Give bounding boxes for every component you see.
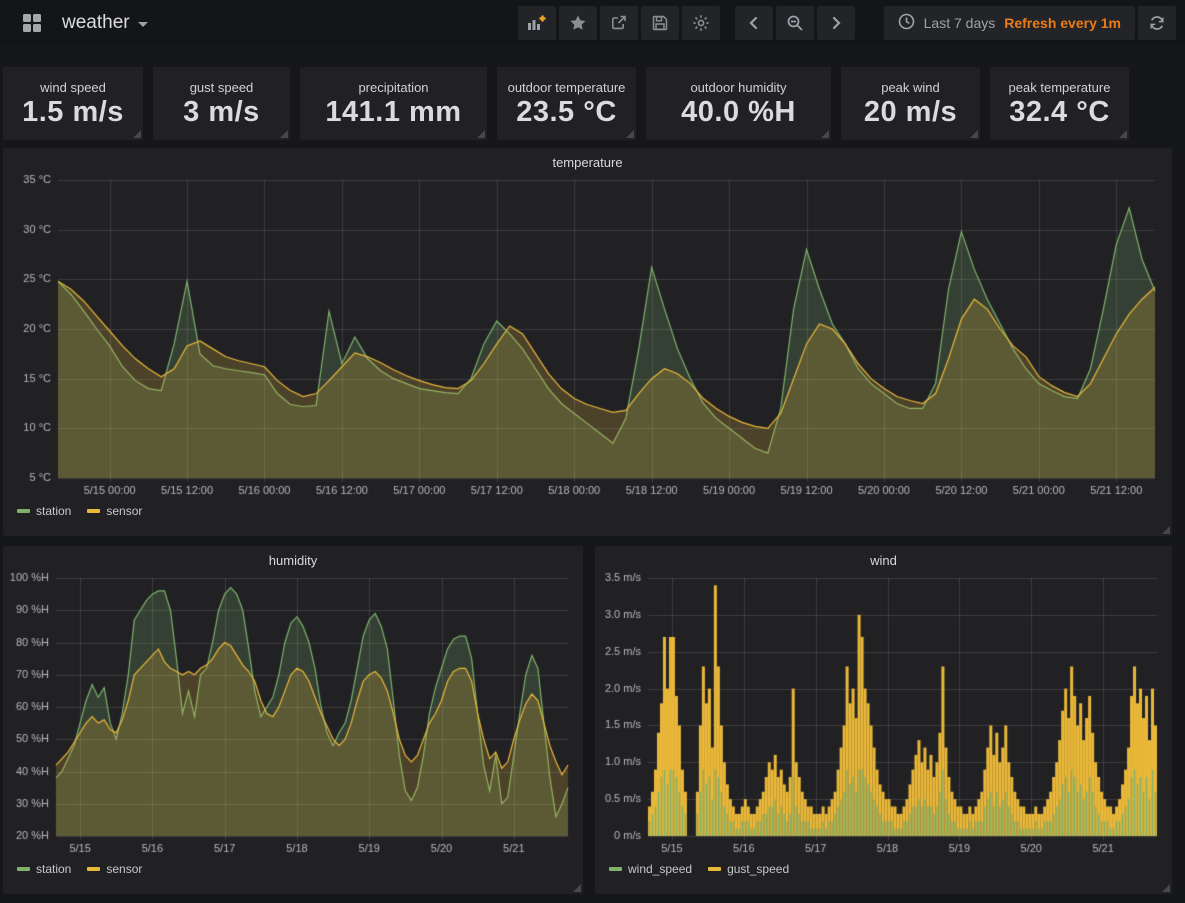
wind-chart[interactable]	[602, 570, 1165, 858]
stat-row: wind speed 1.5 m/s gust speed 3 m/s prec…	[3, 67, 1185, 140]
add-panel-button[interactable]	[518, 6, 556, 40]
stat-panel-outdoor-temperature: outdoor temperature 23.5 °C	[497, 67, 636, 140]
panel-resize-handle[interactable]	[821, 130, 829, 138]
stat-value: 141.1 mm	[325, 97, 461, 127]
legend: wind_speed gust_speed	[595, 858, 1172, 876]
legend: station sensor	[3, 858, 583, 876]
settings-button[interactable]	[682, 6, 720, 40]
legend-swatch	[87, 867, 100, 871]
stat-title[interactable]: peak temperature	[1009, 80, 1111, 95]
legend-label: station	[36, 862, 71, 876]
legend-item-wind_speed[interactable]: wind_speed	[609, 862, 692, 876]
zoom-out-button[interactable]	[776, 6, 814, 40]
legend-item-sensor[interactable]: sensor	[87, 862, 142, 876]
star-icon	[569, 14, 587, 32]
save-button[interactable]	[641, 6, 679, 40]
stat-panel-peak-temperature: peak temperature 32.4 °C	[990, 67, 1129, 140]
panel-humidity: humidity station sensor	[3, 546, 583, 894]
stat-title[interactable]: gust speed	[190, 80, 254, 95]
dashboard-title: weather	[62, 12, 130, 34]
stat-panel-outdoor-humidity: outdoor humidity 40.0 %H	[646, 67, 831, 140]
panel-resize-handle[interactable]	[280, 130, 288, 138]
panel-resize-handle[interactable]	[970, 130, 978, 138]
stat-panel-wind-speed: wind speed 1.5 m/s	[3, 67, 143, 140]
legend-label: wind_speed	[628, 862, 692, 876]
dashboard-content: wind speed 1.5 m/s gust speed 3 m/s prec…	[0, 67, 1185, 894]
chevron-left-icon	[746, 15, 762, 31]
legend-label: station	[36, 504, 71, 518]
settings-gear-icon	[692, 14, 710, 32]
panel-resize-handle[interactable]	[626, 130, 634, 138]
panel-resize-handle[interactable]	[1119, 130, 1127, 138]
legend-swatch	[708, 867, 721, 871]
panel-resize-handle[interactable]	[133, 130, 141, 138]
refresh-button[interactable]	[1138, 6, 1176, 40]
stat-value: 32.4 °C	[1009, 97, 1110, 127]
chevron-right-icon	[828, 15, 844, 31]
stat-value: 3 m/s	[183, 97, 260, 127]
navbar-actions: Last 7 days Refresh every 1m	[515, 6, 1176, 40]
stat-title[interactable]: outdoor temperature	[508, 80, 626, 95]
save-icon	[651, 14, 669, 32]
stat-panel-precipitation: precipitation 141.1 mm	[300, 67, 487, 140]
star-button[interactable]	[559, 6, 597, 40]
panel-temperature: temperature station sensor	[3, 148, 1172, 536]
legend-swatch	[17, 867, 30, 871]
panel-resize-handle[interactable]	[1162, 884, 1170, 892]
stat-title[interactable]: precipitation	[358, 80, 428, 95]
bottom-row: humidity station sensor wind wind_speed gu…	[3, 546, 1185, 894]
legend-label: sensor	[106, 862, 142, 876]
stat-panel-peak-wind: peak wind 20 m/s	[841, 67, 980, 140]
time-forward-button[interactable]	[817, 6, 855, 40]
stat-value: 1.5 m/s	[22, 97, 124, 127]
refresh-icon	[1148, 14, 1166, 32]
stat-value: 23.5 °C	[516, 97, 617, 127]
panel-wind: wind wind_speed gust_speed	[595, 546, 1172, 894]
stat-value: 40.0 %H	[681, 97, 796, 127]
time-range-label: Last 7 days	[924, 15, 996, 31]
humidity-chart[interactable]	[10, 570, 576, 858]
dashboard-title-dropdown[interactable]: weather	[62, 12, 148, 34]
legend-label: gust_speed	[727, 862, 789, 876]
temperature-chart[interactable]	[12, 172, 1163, 500]
grid-icon	[22, 13, 42, 33]
time-range-picker[interactable]: Last 7 days Refresh every 1m	[884, 6, 1135, 40]
panel-title[interactable]: temperature	[3, 148, 1172, 172]
legend-item-station[interactable]: station	[17, 504, 71, 518]
panel-resize-handle[interactable]	[477, 130, 485, 138]
panel-resize-handle[interactable]	[1162, 526, 1170, 534]
zoom-out-icon	[786, 14, 804, 32]
stat-panel-gust-speed: gust speed 3 m/s	[153, 67, 290, 140]
legend: station sensor	[3, 500, 1172, 518]
legend-label: sensor	[106, 504, 142, 518]
stat-title[interactable]: outdoor humidity	[690, 80, 786, 95]
legend-swatch	[87, 509, 100, 513]
stat-title[interactable]: wind speed	[40, 80, 106, 95]
stat-value: 20 m/s	[864, 97, 957, 127]
legend-item-station[interactable]: station	[17, 862, 71, 876]
dashboards-menu-button[interactable]	[12, 6, 52, 40]
stat-title[interactable]: peak wind	[881, 80, 940, 95]
refresh-interval-label: Refresh every 1m	[1004, 15, 1121, 31]
add-panel-icon	[527, 14, 546, 32]
legend-item-sensor[interactable]: sensor	[87, 504, 142, 518]
panel-title[interactable]: humidity	[3, 546, 583, 570]
legend-swatch	[17, 509, 30, 513]
share-icon	[610, 14, 628, 32]
time-back-button[interactable]	[735, 6, 773, 40]
panel-resize-handle[interactable]	[573, 884, 581, 892]
legend-item-gust_speed[interactable]: gust_speed	[708, 862, 789, 876]
panel-title[interactable]: wind	[595, 546, 1172, 570]
clock-icon	[898, 13, 915, 33]
share-button[interactable]	[600, 6, 638, 40]
legend-swatch	[609, 867, 622, 871]
caret-down-icon	[138, 22, 148, 27]
navbar: weather	[0, 0, 1185, 46]
